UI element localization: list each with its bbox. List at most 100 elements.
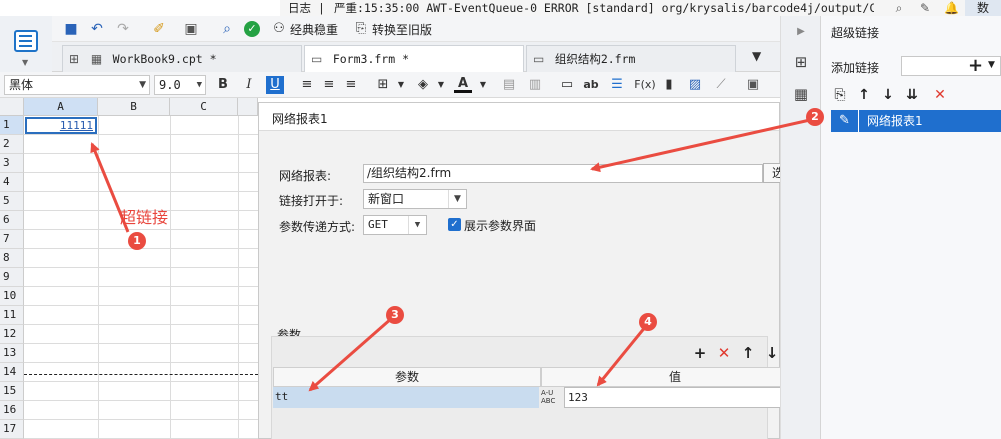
- tab-menu-icon[interactable]: ▼: [752, 49, 761, 63]
- row-header[interactable]: 16: [0, 401, 24, 420]
- preview-icon[interactable]: ▣: [182, 20, 200, 38]
- layout-icon[interactable]: ▣: [744, 76, 762, 94]
- row-header[interactable]: 6: [0, 211, 24, 230]
- save-icon[interactable]: ■: [62, 20, 80, 38]
- hyperlink-annotation-text: 超链接: [120, 208, 169, 227]
- font-select[interactable]: 黑体 ▼: [4, 75, 150, 95]
- fill-color-icon[interactable]: ◈: [414, 76, 432, 94]
- add-link-select[interactable]: + ▼: [901, 55, 1001, 76]
- type-abc-icon[interactable]: A-U ABC: [541, 387, 563, 408]
- row-header[interactable]: 12: [0, 325, 24, 344]
- align-center-icon[interactable]: ≡: [320, 76, 338, 94]
- row-header[interactable]: 1: [0, 116, 24, 135]
- layout-grid-icon[interactable]: ⊞: [791, 52, 811, 72]
- open-in-select[interactable]: 新窗口 ▼: [363, 189, 467, 209]
- column-header-a[interactable]: A: [24, 98, 98, 116]
- formula-button[interactable]: F(x): [634, 76, 656, 94]
- move-bottom-icon[interactable]: ⇊: [903, 86, 921, 104]
- annotation-badge-2: 2: [806, 108, 824, 126]
- sheet-corner[interactable]: [0, 98, 24, 116]
- row-header[interactable]: 3: [0, 154, 24, 173]
- chevron-down-icon[interactable]: ▼: [432, 76, 450, 94]
- expand-icon[interactable]: ▶: [791, 22, 811, 42]
- bold-button[interactable]: B: [214, 76, 232, 94]
- chevron-down-icon[interactable]: ▼: [392, 76, 410, 94]
- template-tool[interactable]: ▼: [0, 16, 52, 72]
- bell-icon[interactable]: 🔔: [944, 1, 959, 15]
- column-header-c[interactable]: C: [170, 98, 238, 116]
- column-header-more[interactable]: [238, 98, 258, 116]
- copy-icon[interactable]: ⎘: [831, 86, 849, 104]
- italic-button[interactable]: I: [240, 76, 258, 94]
- hyperlink-item[interactable]: ✎ 网络报表1: [831, 110, 1001, 132]
- row-header[interactable]: 11: [0, 306, 24, 325]
- switch-old-version-button[interactable]: 转换至旧版: [372, 21, 432, 38]
- classic-steady-button[interactable]: 经典稳重: [290, 21, 338, 38]
- cell-attr-icon[interactable]: ▦: [791, 84, 811, 104]
- grid-row-line: [24, 324, 258, 325]
- split-icon[interactable]: ▥: [526, 76, 544, 94]
- data-tab[interactable]: 数: [965, 0, 1001, 16]
- check-icon[interactable]: ✓: [244, 21, 260, 37]
- align-right-icon[interactable]: ≡: [342, 76, 360, 94]
- list-icon[interactable]: ☰: [608, 76, 626, 94]
- edit-icon[interactable]: ✎: [918, 1, 932, 15]
- align-left-icon[interactable]: ≡: [298, 76, 316, 94]
- row-header[interactable]: 17: [0, 420, 24, 439]
- border-icon[interactable]: ⊞: [374, 76, 392, 94]
- search-page-icon[interactable]: ⌕: [218, 20, 236, 38]
- spreadsheet[interactable]: A B C 1 2 3 4 5 6 7 8 9 10 11 12 13 14 15 16 17 11111: [0, 98, 258, 439]
- tab-label: 组织结构2.frm: [554, 52, 636, 66]
- image-icon[interactable]: ▨: [686, 76, 704, 94]
- column-header-b[interactable]: B: [98, 98, 170, 116]
- merge-icon[interactable]: ▤: [500, 76, 518, 94]
- form-icon: ▭: [311, 52, 323, 66]
- underline-button[interactable]: U: [266, 76, 284, 94]
- slash-icon[interactable]: ⟋: [712, 76, 730, 94]
- row-header[interactable]: 14: [0, 363, 24, 382]
- format-brush-icon[interactable]: ✐: [150, 20, 168, 38]
- delete-icon[interactable]: ✕: [931, 86, 949, 104]
- chevron-down-icon[interactable]: ▼: [22, 58, 28, 67]
- param-value-input[interactable]: 123: [564, 387, 809, 408]
- row-header[interactable]: 5: [0, 192, 24, 211]
- row-header[interactable]: 10: [0, 287, 24, 306]
- template-icon[interactable]: [14, 30, 38, 52]
- open-in-value: 新窗口: [368, 192, 405, 206]
- move-up-icon[interactable]: ↑: [855, 86, 873, 104]
- font-size-select[interactable]: 9.0 ▼: [154, 75, 206, 95]
- font-color-icon[interactable]: A: [454, 76, 472, 93]
- row-header[interactable]: 13: [0, 344, 24, 363]
- text-field-icon[interactable]: ▭: [558, 76, 576, 94]
- font-size-value: 9.0: [159, 78, 181, 92]
- param-name-cell[interactable]: tt: [273, 387, 539, 408]
- move-down-icon[interactable]: ↓: [879, 86, 897, 104]
- add-param-icon[interactable]: +: [692, 345, 708, 361]
- tab-workbook9[interactable]: ⊞ ▦ WorkBook9.cpt *: [62, 45, 302, 72]
- chevron-down-icon[interactable]: ▼: [474, 76, 492, 94]
- show-param-checkbox[interactable]: ✓: [448, 218, 461, 231]
- row-header[interactable]: 15: [0, 382, 24, 401]
- delete-param-icon[interactable]: ✕: [716, 345, 732, 361]
- row-header[interactable]: 8: [0, 249, 24, 268]
- param-pass-select[interactable]: GET ▼: [363, 215, 427, 235]
- redo-icon[interactable]: ↷: [114, 20, 132, 38]
- tab-org-structure[interactable]: ▭ 组织结构2.frm: [526, 45, 736, 72]
- row-header[interactable]: 2: [0, 135, 24, 154]
- row-header[interactable]: 7: [0, 230, 24, 249]
- move-up-icon[interactable]: ↑: [740, 345, 756, 361]
- tab-form3[interactable]: ▭ Form3.frm *: [304, 45, 524, 72]
- ab-button[interactable]: ab: [582, 76, 600, 94]
- undo-icon[interactable]: ↶: [88, 20, 106, 38]
- form-icon: ▭: [533, 52, 545, 66]
- move-down-icon[interactable]: ↓: [764, 345, 780, 361]
- cell-a1[interactable]: 11111: [25, 117, 97, 134]
- log-label[interactable]: 日志: [288, 0, 311, 16]
- theme-icon[interactable]: ⚇: [270, 20, 288, 38]
- row-header[interactable]: 9: [0, 268, 24, 287]
- row-header[interactable]: 4: [0, 173, 24, 192]
- report-path-input[interactable]: /组织结构2.frm: [363, 164, 763, 183]
- switch-icon[interactable]: ⎘: [352, 20, 370, 38]
- search-icon[interactable]: ⌕: [892, 1, 906, 15]
- chart-icon[interactable]: ▮: [660, 76, 678, 94]
